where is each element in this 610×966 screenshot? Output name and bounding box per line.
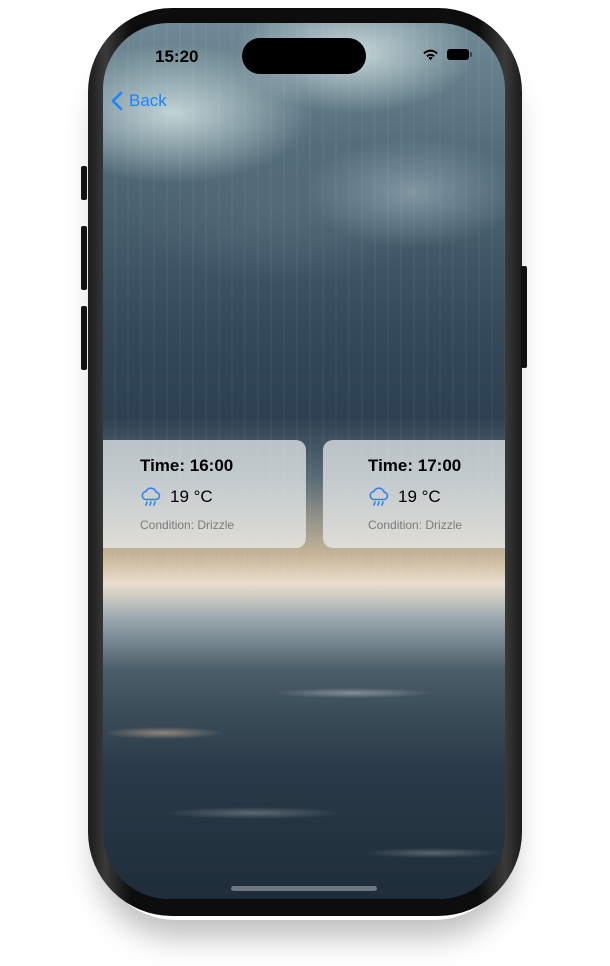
silent-switch bbox=[81, 166, 87, 200]
cloud-drizzle-icon bbox=[141, 487, 161, 506]
forecast-time: Time: 16:00 bbox=[140, 456, 234, 475]
volume-up-button bbox=[81, 226, 87, 290]
forecast-temperature: 19 °C bbox=[398, 487, 441, 506]
wifi-icon bbox=[423, 49, 438, 61]
dynamic-island bbox=[242, 38, 366, 74]
app-screen: 15:20 Back Time: 16:00 19 °C Condition: … bbox=[103, 23, 505, 899]
volume-down-button bbox=[81, 306, 87, 370]
sea-reflections bbox=[103, 613, 505, 899]
forecast-condition: Condition: Drizzle bbox=[140, 518, 235, 532]
battery-icon bbox=[447, 49, 472, 60]
forecast-temperature: 19 °C bbox=[170, 487, 213, 506]
home-indicator[interactable] bbox=[231, 886, 377, 891]
chevron-left-icon bbox=[111, 91, 123, 111]
forecast-card[interactable]: Time: 16:00 19 °C Condition: Drizzle bbox=[103, 440, 306, 548]
forecast-carousel[interactable]: Time: 16:00 19 °C Condition: Drizzle Tim… bbox=[103, 440, 505, 548]
device-mockup: 15:20 Back Time: 16:00 19 °C Condition: … bbox=[0, 0, 610, 966]
forecast-card[interactable]: Time: 17:00 19 °C Condition: Drizzle bbox=[323, 440, 505, 548]
forecast-condition: Condition: Drizzle bbox=[368, 518, 463, 532]
cloud-drizzle-icon bbox=[369, 487, 389, 506]
forecast-time: Time: 17:00 bbox=[368, 456, 462, 475]
back-label: Back bbox=[129, 91, 167, 110]
status-icons bbox=[422, 48, 472, 61]
power-button bbox=[521, 266, 527, 368]
status-time: 15:20 bbox=[155, 47, 199, 66]
back-button[interactable]: Back bbox=[111, 91, 167, 111]
